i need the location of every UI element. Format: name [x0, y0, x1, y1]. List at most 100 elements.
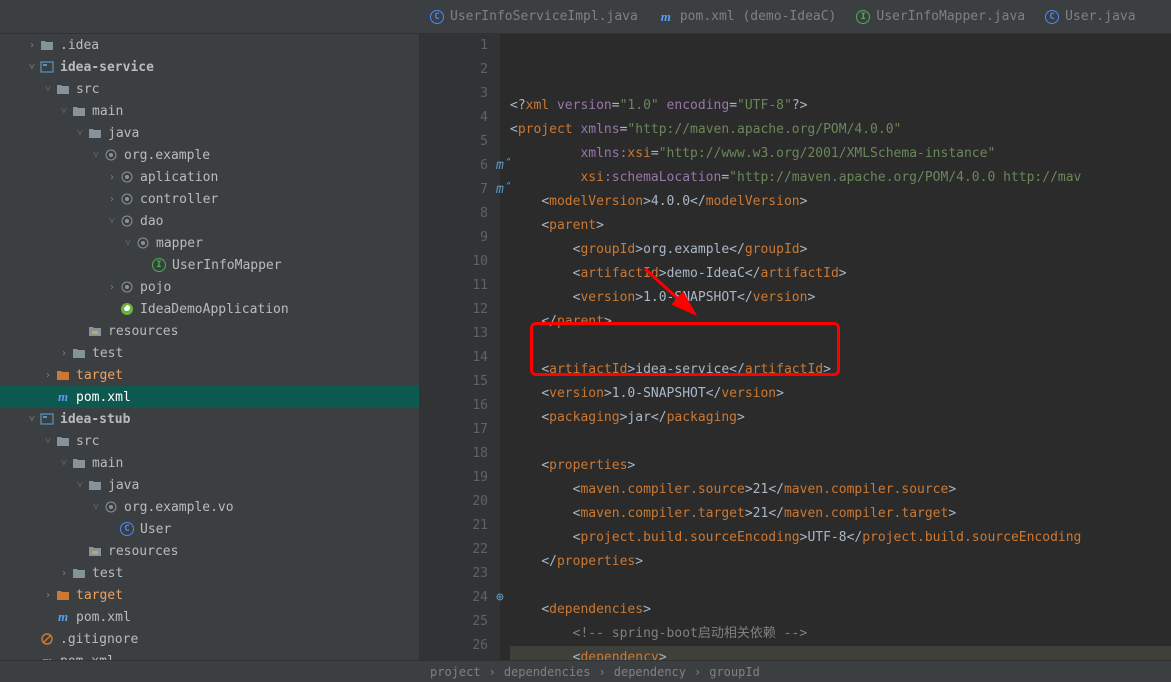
gutter-line-2[interactable]: 2 [420, 58, 488, 82]
chevron-icon[interactable]: ˅ [26, 62, 38, 73]
gutter-line-16[interactable]: 16 [420, 394, 488, 418]
chevron-icon[interactable]: ˅ [122, 238, 134, 249]
tab-pom-demo[interactable]: m pom.xml (demo-IdeaC) [658, 9, 837, 25]
tree-item-test[interactable]: ›test [0, 562, 419, 584]
code-line-13[interactable]: <version>1.0-SNAPSHOT</version> [510, 382, 1171, 406]
chevron-icon[interactable]: › [42, 370, 54, 381]
code-line-1[interactable]: <?xml version="1.0" encoding="UTF-8"?> [510, 94, 1171, 118]
code-line-21[interactable] [510, 574, 1171, 598]
code-line-9[interactable]: <version>1.0-SNAPSHOT</version> [510, 286, 1171, 310]
tree-item-resources[interactable]: resources [0, 540, 419, 562]
chevron-icon[interactable]: › [58, 348, 70, 359]
code-line-14[interactable]: <packaging>jar</packaging> [510, 406, 1171, 430]
tree-item-idea-service[interactable]: ˅idea-service [0, 56, 419, 78]
code-line-8[interactable]: <artifactId>demo-IdeaC</artifactId> [510, 262, 1171, 286]
tree-item-ideademoapplication[interactable]: IdeaDemoApplication [0, 298, 419, 320]
tree-item-org-example[interactable]: ˅org.example [0, 144, 419, 166]
tree-item-mapper[interactable]: ˅mapper [0, 232, 419, 254]
code-line-15[interactable] [510, 430, 1171, 454]
chevron-icon[interactable]: › [106, 172, 118, 183]
chevron-icon[interactable]: ˅ [90, 502, 102, 513]
code-line-18[interactable]: <maven.compiler.target>21</maven.compile… [510, 502, 1171, 526]
gutter-line-15[interactable]: 15 [420, 370, 488, 394]
tree-item-userinfomapper[interactable]: IUserInfoMapper [0, 254, 419, 276]
chevron-icon[interactable]: ˅ [42, 436, 54, 447]
tree-item-pom-xml[interactable]: mpom.xml [0, 386, 419, 408]
gutter-line-8[interactable]: 8 [420, 202, 488, 226]
tree-item-idea-stub[interactable]: ˅idea-stub [0, 408, 419, 430]
chevron-icon[interactable]: ˅ [74, 480, 86, 491]
project-tree[interactable]: ›.idea˅idea-service˅src˅main˅java˅org.ex… [0, 34, 420, 660]
gutter-line-27[interactable]: 27 [420, 658, 488, 660]
code-line-12[interactable]: <artifactId>idea-service</artifactId> [510, 358, 1171, 382]
gutter-line-26[interactable]: 26 [420, 634, 488, 658]
code-line-22[interactable]: <dependencies> [510, 598, 1171, 622]
gutter-line-23[interactable]: 23 [420, 562, 488, 586]
tree-item-pom-xml[interactable]: mpom.xml [0, 650, 419, 660]
tree-item-target[interactable]: ›target [0, 584, 419, 606]
gutter-line-4[interactable]: 4 [420, 106, 488, 130]
code-line-20[interactable]: </properties> [510, 550, 1171, 574]
tree-item-pojo[interactable]: ›pojo [0, 276, 419, 298]
breadcrumb-segment[interactable]: dependency [614, 665, 686, 679]
code-line-7[interactable]: <groupId>org.example</groupId> [510, 238, 1171, 262]
gutter-line-13[interactable]: 13 [420, 322, 488, 346]
chevron-icon[interactable]: › [26, 40, 38, 51]
code-line-4[interactable]: xsi:schemaLocation="http://maven.apache.… [510, 166, 1171, 190]
gutter-line-22[interactable]: 22 [420, 538, 488, 562]
tree-item-java[interactable]: ˅java [0, 122, 419, 144]
code-line-6[interactable]: <parent> [510, 214, 1171, 238]
code-line-10[interactable]: </parent> [510, 310, 1171, 334]
gutter-line-21[interactable]: 21 [420, 514, 488, 538]
tree-item-aplication[interactable]: ›aplication [0, 166, 419, 188]
tree-item-org-example-vo[interactable]: ˅org.example.vo [0, 496, 419, 518]
gutter-line-3[interactable]: 3 [420, 82, 488, 106]
tree-item-src[interactable]: ˅src [0, 430, 419, 452]
tab-userinfoserviceimpl[interactable]: C UserInfoServiceImpl.java [430, 9, 638, 24]
gutter-line-18[interactable]: 18 [420, 442, 488, 466]
chevron-icon[interactable]: ˅ [58, 106, 70, 117]
code-line-19[interactable]: <project.build.sourceEncoding>UTF-8</pro… [510, 526, 1171, 550]
gutter-line-5[interactable]: 5 [420, 130, 488, 154]
chevron-icon[interactable]: › [106, 194, 118, 205]
code-line-11[interactable] [510, 334, 1171, 358]
tree-item-target[interactable]: ›target [0, 364, 419, 386]
code-line-17[interactable]: <maven.compiler.source>21</maven.compile… [510, 478, 1171, 502]
gutter-line-24[interactable]: 24 ⊕ [420, 586, 488, 610]
gutter-line-17[interactable]: 17 [420, 418, 488, 442]
chevron-icon[interactable]: › [106, 282, 118, 293]
code-line-24[interactable]: <dependency> [510, 646, 1171, 660]
chevron-icon[interactable]: ˅ [90, 150, 102, 161]
tree-item-dao[interactable]: ˅dao [0, 210, 419, 232]
tree-item-user[interactable]: CUser [0, 518, 419, 540]
code-line-2[interactable]: <project xmlns="http://maven.apache.org/… [510, 118, 1171, 142]
chevron-icon[interactable]: ˅ [74, 128, 86, 139]
gutter-line-19[interactable]: 19 [420, 466, 488, 490]
chevron-icon[interactable]: › [58, 568, 70, 579]
code-editor[interactable]: 123456 m̂ m̂7891011121314151617181920212… [420, 34, 1171, 660]
chevron-icon[interactable]: › [42, 590, 54, 601]
gutter-line-11[interactable]: 11 [420, 274, 488, 298]
gutter-line-10[interactable]: 10 [420, 250, 488, 274]
tree-item-src[interactable]: ˅src [0, 78, 419, 100]
chevron-icon[interactable]: ˅ [26, 414, 38, 425]
code-line-16[interactable]: <properties> [510, 454, 1171, 478]
code-line-3[interactable]: xmlns:xsi="http://www.w3.org/2001/XMLSch… [510, 142, 1171, 166]
editor-content[interactable]: <?xml version="1.0" encoding="UTF-8"?><p… [500, 34, 1171, 660]
tree-item-controller[interactable]: ›controller [0, 188, 419, 210]
tree-item-pom-xml[interactable]: mpom.xml [0, 606, 419, 628]
code-line-5[interactable]: <modelVersion>4.0.0</modelVersion> [510, 190, 1171, 214]
tree-item-test[interactable]: ›test [0, 342, 419, 364]
gutter-line-14[interactable]: 14 [420, 346, 488, 370]
breadcrumb-segment[interactable]: dependencies [504, 665, 591, 679]
gutter-line-12[interactable]: 12 [420, 298, 488, 322]
tree-item-main[interactable]: ˅main [0, 100, 419, 122]
tree-item-resources[interactable]: resources [0, 320, 419, 342]
tree-item--idea[interactable]: ›.idea [0, 34, 419, 56]
chevron-icon[interactable]: ˅ [106, 216, 118, 227]
chevron-icon[interactable]: ˅ [58, 458, 70, 469]
gutter-line-25[interactable]: 25 [420, 610, 488, 634]
gutter-line-20[interactable]: 20 [420, 490, 488, 514]
tree-item--gitignore[interactable]: .gitignore [0, 628, 419, 650]
breadcrumb-segment[interactable]: project [430, 665, 481, 679]
